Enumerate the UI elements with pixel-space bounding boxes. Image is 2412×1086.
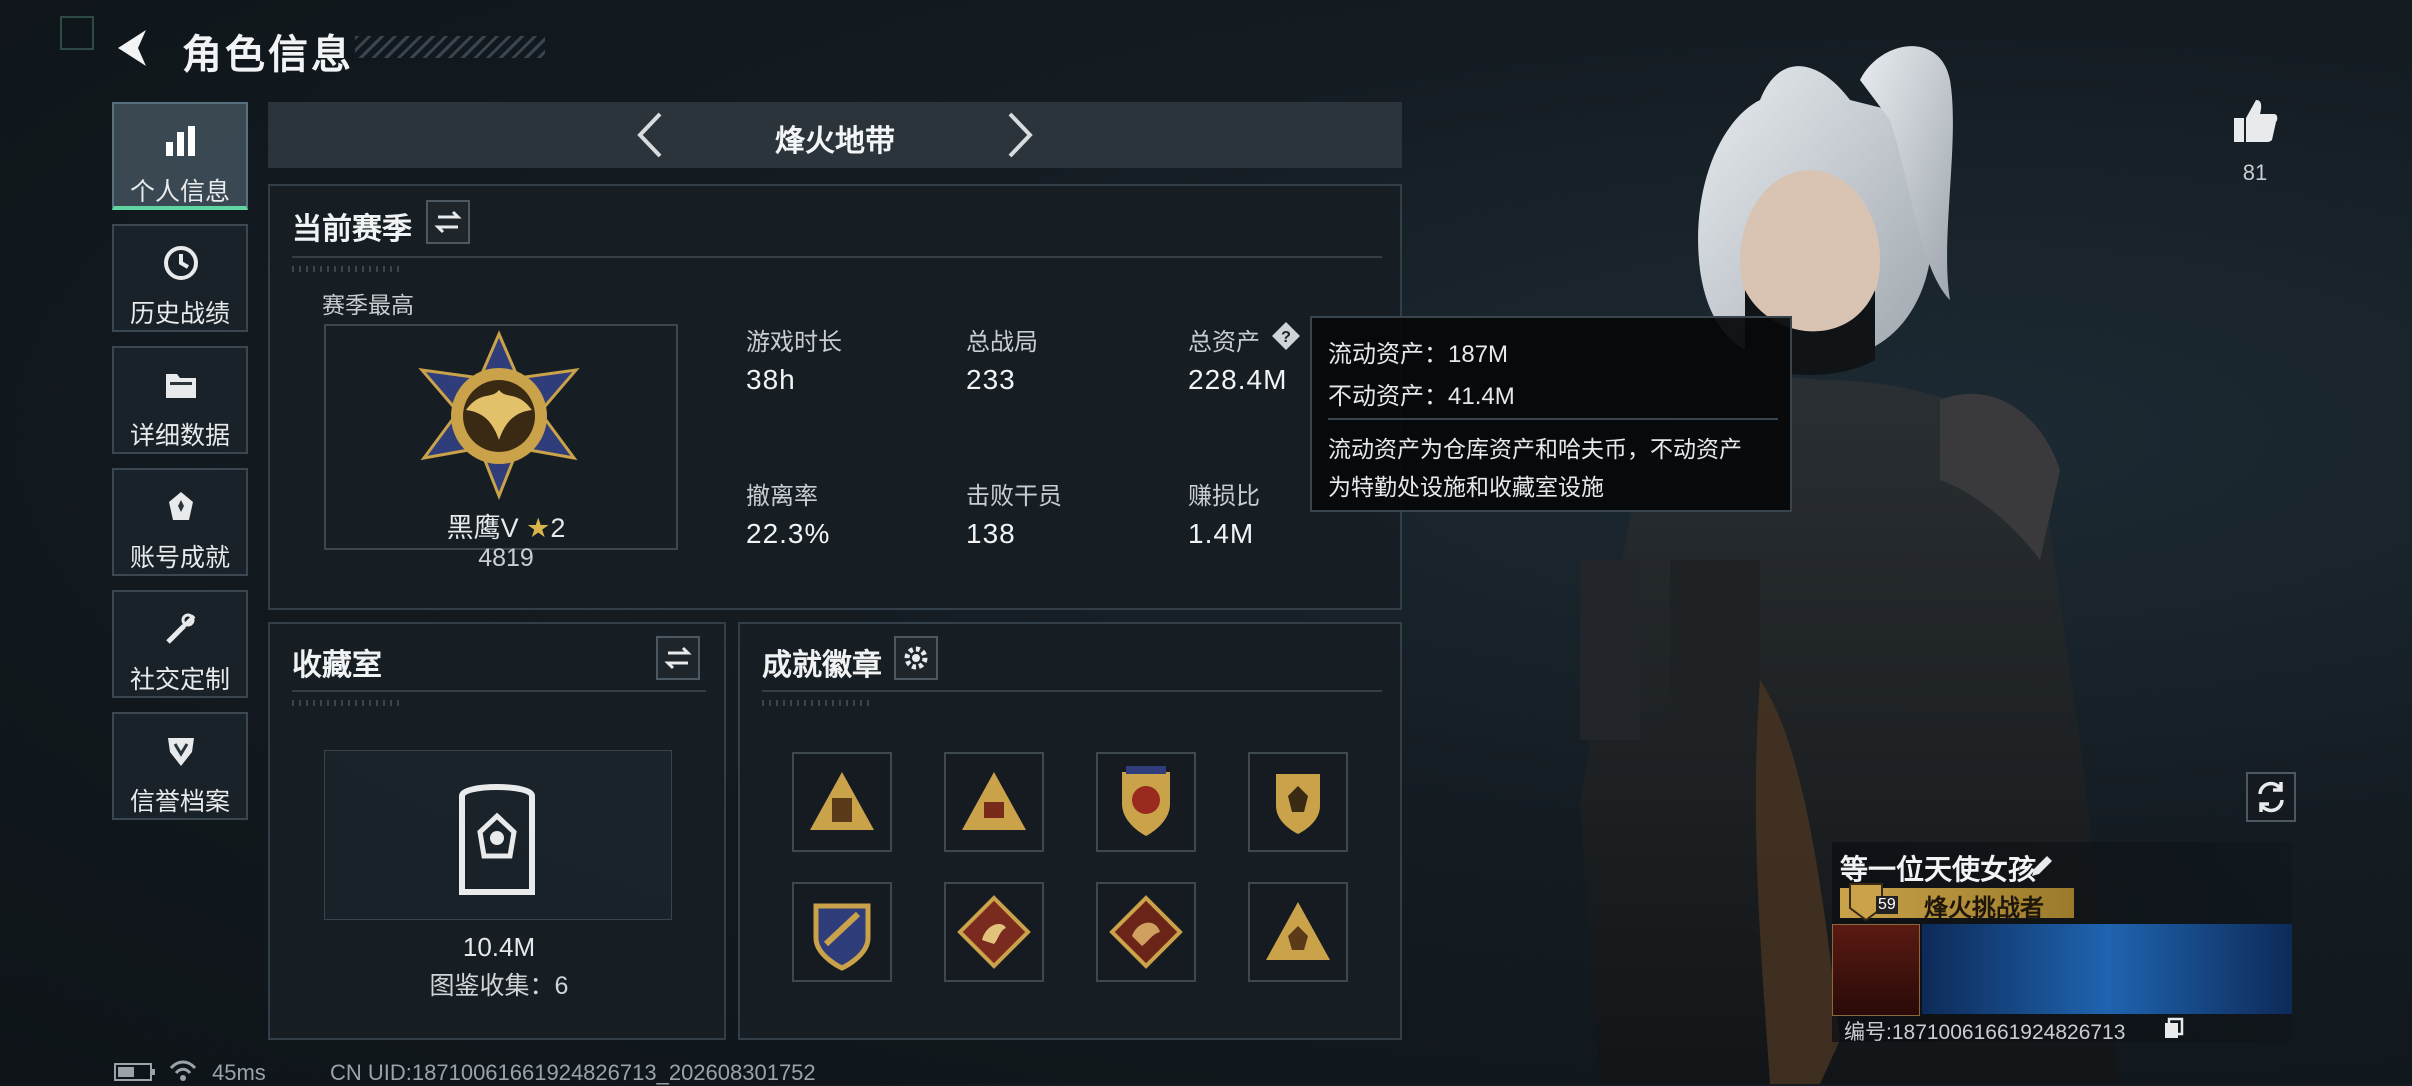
collection-room-icon	[459, 784, 535, 895]
rank-emblem-icon	[418, 330, 580, 500]
badge-shield-icon	[813, 903, 871, 971]
stat-value: 228.4M	[1188, 364, 1288, 395]
uid-text: CN UID:1871006166192482671​3_20260830175…	[330, 1060, 816, 1085]
collection-panel: 收藏室 10.4M 图鉴收集：6	[268, 622, 726, 1040]
badge-triangle-icon	[1266, 902, 1330, 960]
swap-icon	[664, 646, 692, 670]
ping-text: 45ms	[212, 1060, 266, 1085]
like-count: 81	[2242, 160, 2268, 185]
nav-item-history[interactable]: 历史战绩	[112, 224, 248, 332]
stat-label: 游戏时长	[746, 329, 842, 356]
swap-icon	[434, 210, 462, 234]
badges-settings-button[interactable]	[894, 636, 938, 680]
season-best-label: 赛季最高	[322, 292, 414, 318]
stat-value: 1.4M	[1188, 518, 1255, 549]
stat-label: 击败干员	[966, 483, 1062, 510]
stat-label: 赚损比	[1188, 483, 1260, 510]
mode-tab-bar: 烽火地带	[268, 102, 1402, 168]
badge-slot[interactable]	[944, 752, 1044, 852]
title-stripe	[355, 36, 545, 58]
badge-triangle-icon	[962, 772, 1026, 830]
badge-diamond-icon	[1109, 895, 1183, 969]
badge-slot[interactable]	[1248, 882, 1348, 982]
collection-heading: 收藏室	[292, 649, 382, 682]
tooltip-desc-2: 为特勤处设施和收藏室设施	[1328, 474, 1604, 500]
gear-icon	[904, 646, 928, 670]
badge-slot[interactable]	[1096, 752, 1196, 852]
season-panel: 当前赛季 赛季最高 黑鹰V ★2 4819 游戏时长 38h 总战局 233 总…	[268, 184, 1402, 610]
player-banner-image	[1922, 924, 2292, 1014]
player-card: 等一位天使女孩 59 烽火挑战者 编号:1871006166192482671​…	[1832, 842, 2292, 1044]
collection-catalog: 图鉴收集：6	[429, 972, 569, 1000]
bar-chart-icon	[166, 126, 195, 156]
nav-item-credit[interactable]: 信誉档案	[112, 712, 248, 820]
badge-slot[interactable]	[792, 752, 892, 852]
help-icon[interactable]: ?	[1270, 320, 1302, 352]
nav-label: 信誉档案	[129, 788, 230, 816]
thumbs-up-icon[interactable]	[2230, 96, 2280, 146]
rank-line: 黑鹰V ★2	[426, 506, 586, 545]
stat-value: 38h	[746, 364, 796, 395]
rotate-model-button[interactable]	[2246, 772, 2296, 822]
badge-slot[interactable]	[792, 882, 892, 982]
collection-value: 10.4M	[462, 932, 536, 962]
corner-decoration	[60, 16, 94, 50]
next-mode-arrow-icon[interactable]	[1000, 110, 1040, 160]
tooltip-fixed: 不动资产：41.4M	[1328, 383, 1515, 410]
badge-triangle-icon	[810, 772, 874, 830]
wifi-icon	[169, 1060, 197, 1081]
prev-mode-arrow-icon[interactable]	[630, 110, 670, 160]
rank-name: 黑鹰V	[446, 513, 519, 543]
edit-pencil-icon[interactable]	[2028, 852, 2056, 880]
battery-icon	[114, 1063, 155, 1081]
season-heading: 当前赛季	[292, 213, 412, 246]
mode-title: 烽火地带	[775, 125, 895, 158]
rank-stars: 2	[550, 513, 566, 543]
stat-value: 233	[966, 364, 1016, 395]
folder-icon	[166, 374, 196, 398]
player-level: 59	[1876, 896, 1898, 914]
shield-icon	[168, 738, 194, 766]
badge-slot[interactable]	[1248, 752, 1348, 852]
nav-label: 详细数据	[129, 422, 230, 450]
tooltip-desc-1: 流动资产为仓库资产和哈夫币，不动资产	[1328, 436, 1742, 462]
badges-heading: 成就徽章	[762, 649, 882, 682]
tooltip-liquid: 流动资产：187M	[1328, 341, 1509, 368]
svg-text:?: ?	[1281, 329, 1291, 346]
badge-shield-icon	[1122, 766, 1170, 836]
badge-shield-icon	[1276, 774, 1320, 834]
rank-score: 4819	[478, 544, 534, 572]
badge-slot[interactable]	[944, 882, 1044, 982]
stat-value: 138	[966, 518, 1016, 549]
nav-label: 社交定制	[129, 666, 230, 694]
rank-star-icon: ★	[526, 513, 551, 543]
nav-label: 历史战绩	[129, 300, 230, 328]
page-title: 角色信息	[182, 33, 354, 77]
badge-slot[interactable]	[1096, 882, 1196, 982]
badge-diamond-icon	[957, 895, 1031, 969]
history-clock-icon	[164, 246, 198, 280]
achievement-icon	[169, 492, 193, 520]
player-id: 编号:1871006166192482671​3	[1844, 1021, 2126, 1044]
refresh-icon	[2258, 781, 2284, 813]
collection-switch-button[interactable]	[656, 636, 700, 680]
nav-item-detail-data[interactable]: 详细数据	[112, 346, 248, 454]
nav-item-achievements[interactable]: 账号成就	[112, 468, 248, 576]
asset-tooltip: 流动资产：187M 不动资产：41.4M 流动资产为仓库资产和哈夫币，不动资产 …	[1310, 316, 1792, 512]
player-avatar-frame	[1832, 924, 1920, 1016]
back-arrow-icon[interactable]	[112, 26, 156, 70]
badges-panel: 成就徽章	[738, 622, 1402, 1040]
stat-label: 撤离率	[746, 483, 818, 510]
nav-label: 账号成就	[129, 544, 230, 572]
player-title: 烽火挑战者	[1924, 895, 2044, 922]
nav-label: 个人信息	[129, 178, 230, 206]
stat-value: 22.3%	[746, 518, 831, 549]
stat-label: 总战局	[966, 329, 1038, 356]
wrench-tools-icon	[166, 613, 196, 644]
copy-icon[interactable]	[2162, 1016, 2186, 1040]
nav-item-social[interactable]: 社交定制	[112, 590, 248, 698]
nav-item-personal-info[interactable]: 个人信息	[112, 102, 248, 210]
stat-label: 总资产	[1188, 329, 1260, 356]
season-switch-button[interactable]	[426, 200, 470, 244]
